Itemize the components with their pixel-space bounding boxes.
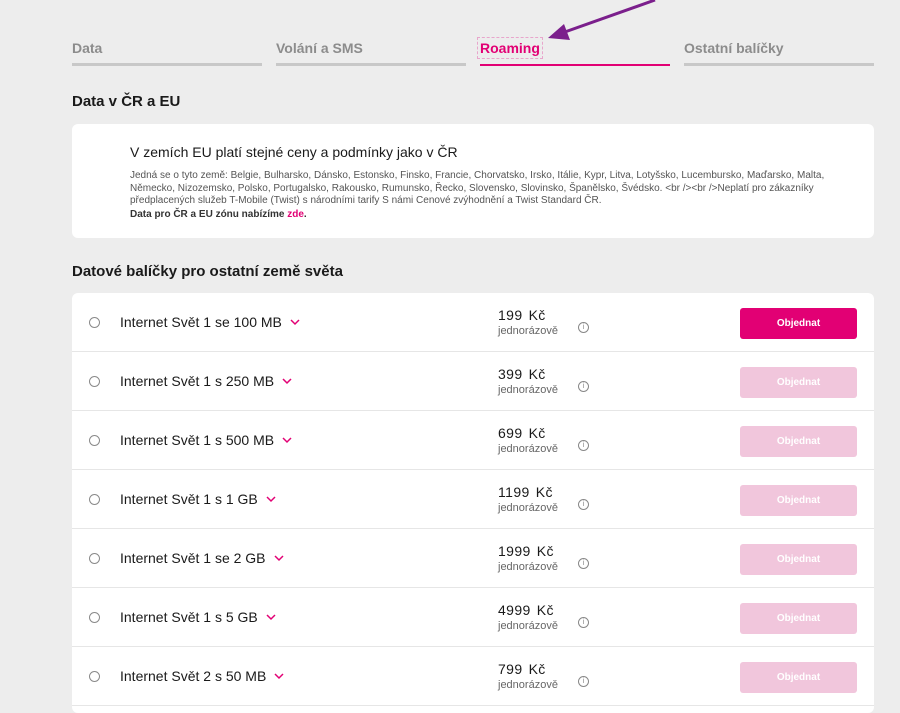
order-button[interactable]: Objednat xyxy=(740,485,857,516)
package-radio[interactable] xyxy=(89,612,100,623)
package-price: 799 Kč xyxy=(498,661,546,677)
arrow-icon xyxy=(548,0,656,40)
info-icon[interactable]: i xyxy=(578,676,589,687)
package-name[interactable]: Internet Svět 2 s 50 MB xyxy=(120,668,284,684)
chevron-down-icon[interactable] xyxy=(282,377,292,385)
info-icon[interactable]: i xyxy=(578,322,589,333)
chevron-down-icon[interactable] xyxy=(282,436,292,444)
info-icon[interactable]: i xyxy=(578,558,589,569)
package-name[interactable]: Internet Svět 1 s 500 MB xyxy=(120,432,292,448)
packages-section-heading: Datové balíčky pro ostatní země světa xyxy=(72,263,343,280)
package-row[interactable]: Internet Svět 1 s 500 MB 699 Kč jednorázově… xyxy=(72,411,874,470)
package-name-label: Internet Svět 1 s 5 GB xyxy=(120,609,258,625)
price-value: 1999 xyxy=(498,543,531,559)
order-button[interactable]: Objednat xyxy=(740,367,857,398)
package-row[interactable]: Internet Svět 1 s 250 MB 399 Kč jednorázově… xyxy=(72,352,874,411)
package-row[interactable]: Internet Svět 1 se 100 MB 199 Kč jednorázov… xyxy=(72,293,874,352)
order-button[interactable]: Objednat xyxy=(740,308,857,339)
price-value: 1199 xyxy=(498,484,530,500)
package-name-label: Internet Svět 1 se 100 MB xyxy=(120,314,282,330)
info-icon[interactable]: i xyxy=(578,617,589,628)
tab-bar: Data Volání a SMS Roaming Ostatní balíčk… xyxy=(72,0,874,70)
package-radio[interactable] xyxy=(89,671,100,682)
eu-card-title: V zemích EU platí stejné ceny a podmínky… xyxy=(130,144,458,160)
package-radio[interactable] xyxy=(89,435,100,446)
eu-link-prefix: Data pro ČR a EU zónu nabízíme xyxy=(130,208,285,220)
package-row[interactable]: Internet Svět 2 s 50 MB 799 Kč jednorázově i… xyxy=(72,647,874,706)
price-currency: Kč xyxy=(528,425,546,441)
chevron-down-icon[interactable] xyxy=(266,495,276,503)
package-name-label: Internet Svět 2 s 50 MB xyxy=(120,668,267,684)
eu-link-suffix: . xyxy=(303,208,307,220)
price-currency: Kč xyxy=(528,366,546,382)
package-name-label: Internet Svět 1 s 1 GB xyxy=(120,491,258,507)
price-value: 4999 xyxy=(498,602,531,618)
price-note: jednorázově xyxy=(498,679,558,691)
price-currency: Kč xyxy=(535,484,553,500)
chevron-down-icon[interactable] xyxy=(274,672,284,680)
tab-data[interactable]: Data xyxy=(72,30,262,66)
package-name[interactable]: Internet Svět 1 s 5 GB xyxy=(120,609,276,625)
price-value: 799 xyxy=(498,661,523,677)
chevron-down-icon[interactable] xyxy=(266,613,276,621)
package-name-label: Internet Svět 1 se 2 GB xyxy=(120,550,266,566)
price-value: 199 xyxy=(498,307,523,323)
price-note: jednorázově xyxy=(498,620,558,632)
price-value: 699 xyxy=(498,425,523,441)
price-note: jednorázově xyxy=(498,502,558,514)
package-radio[interactable] xyxy=(89,317,100,328)
package-list: Internet Svět 1 se 100 MB 199 Kč jednorázov… xyxy=(72,293,874,713)
info-icon[interactable]: i xyxy=(578,499,589,510)
price-note: jednorázově xyxy=(498,325,558,337)
package-row[interactable]: Internet Svět 1 s 1 GB 1199 Kč jednorázově i… xyxy=(72,470,874,529)
price-note: jednorázově xyxy=(498,443,558,455)
package-price: 1199 Kč xyxy=(498,484,553,500)
order-button[interactable]: Objednat xyxy=(740,603,857,634)
eu-link-line: Data pro ČR a EU zónu nabízíme zde. xyxy=(130,208,834,222)
eu-zone-link[interactable]: zde xyxy=(287,209,304,220)
package-radio[interactable] xyxy=(89,494,100,505)
tab-calls-sms[interactable]: Volání a SMS xyxy=(276,30,466,66)
chevron-down-icon[interactable] xyxy=(290,318,300,326)
eu-card-description: Jedná se o tyto země: Belgie, Bulharsko,… xyxy=(130,170,825,207)
price-currency: Kč xyxy=(536,543,554,559)
order-button[interactable]: Objednat xyxy=(740,426,857,457)
package-name-label: Internet Svět 1 s 500 MB xyxy=(120,432,275,448)
tab-label: Volání a SMS xyxy=(276,40,363,56)
info-icon[interactable]: i xyxy=(578,440,589,451)
tab-other-packages[interactable]: Ostatní balíčky xyxy=(684,30,874,66)
eu-info-card: V zemích EU platí stejné ceny a podmínky… xyxy=(72,124,874,238)
price-value: 399 xyxy=(498,366,523,382)
package-name[interactable]: Internet Svět 1 s 1 GB xyxy=(120,491,276,507)
price-currency: Kč xyxy=(528,307,546,323)
price-currency: Kč xyxy=(528,661,546,677)
package-price: 4999 Kč xyxy=(498,602,554,618)
chevron-down-icon[interactable] xyxy=(274,554,284,562)
eu-section-heading: Data v ČR a EU xyxy=(72,93,181,110)
price-note: jednorázově xyxy=(498,384,558,396)
package-name[interactable]: Internet Svět 1 s 250 MB xyxy=(120,373,292,389)
package-radio[interactable] xyxy=(89,553,100,564)
package-price: 199 Kč xyxy=(498,307,546,323)
package-row[interactable]: Internet Svět 1 s 5 GB 4999 Kč jednorázově i… xyxy=(72,588,874,647)
price-currency: Kč xyxy=(536,602,554,618)
order-button[interactable]: Objednat xyxy=(740,544,857,575)
info-icon[interactable]: i xyxy=(578,381,589,392)
tab-label: Roaming xyxy=(477,37,543,59)
package-price: 699 Kč xyxy=(498,425,546,441)
package-radio[interactable] xyxy=(89,376,100,387)
tab-label: Data xyxy=(72,40,103,56)
order-button[interactable]: Objednat xyxy=(740,662,857,693)
tab-label: Ostatní balíčky xyxy=(684,40,784,56)
package-name-label: Internet Svět 1 s 250 MB xyxy=(120,373,275,389)
package-name[interactable]: Internet Svět 1 se 100 MB xyxy=(120,314,300,330)
package-name[interactable]: Internet Svět 1 se 2 GB xyxy=(120,550,284,566)
package-price: 399 Kč xyxy=(498,366,546,382)
price-note: jednorázově xyxy=(498,561,558,573)
package-price: 1999 Kč xyxy=(498,543,554,559)
package-row[interactable]: Internet Svět 1 se 2 GB 1999 Kč jednorázově… xyxy=(72,529,874,588)
